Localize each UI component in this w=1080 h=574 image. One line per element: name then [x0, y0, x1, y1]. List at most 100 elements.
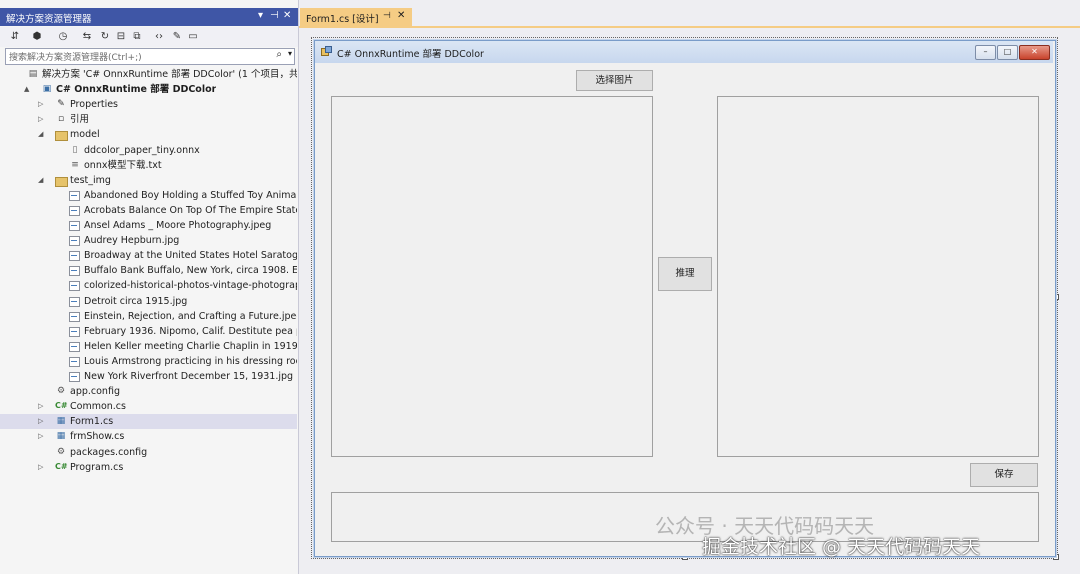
- tree-item[interactable]: ▯ ddcolor_paper_tiny.onnx: [0, 143, 297, 158]
- csharp-file-icon: C#: [55, 461, 68, 471]
- tree-item[interactable]: ⚙ packages.config: [0, 445, 297, 460]
- app-icon: [321, 46, 332, 56]
- tree-item[interactable]: Buffalo Bank Buffalo, New York, circa 19…: [0, 263, 297, 278]
- image-file-icon: [69, 205, 80, 216]
- file-icon: ▯: [72, 144, 78, 155]
- search-input[interactable]: 搜索解决方案资源管理器(Ctrl+;) ⌕ ▾: [5, 48, 295, 65]
- image-file-icon: [69, 190, 80, 201]
- tree-item[interactable]: Helen Keller meeting Charlie Chaplin in …: [0, 339, 297, 354]
- solution-explorer-titlebar: 解决方案资源管理器 ▾ ⊣ ✕: [0, 8, 298, 26]
- expand-arrow-icon[interactable]: ▷: [38, 430, 48, 443]
- expand-arrow-icon[interactable]: ▷: [38, 461, 48, 474]
- tree-item-label: 解决方案 'C# OnnxRuntime 部署 DDColor' (1 个项目，…: [42, 69, 297, 80]
- tree-item-label: app.config: [70, 386, 120, 398]
- image-file-icon: [69, 356, 80, 367]
- config-file-icon: ⚙: [56, 386, 66, 397]
- search-icon[interactable]: ⌕: [276, 49, 282, 60]
- tree-item[interactable]: Audrey Hepburn.jpg: [0, 233, 297, 248]
- tree-item-label: C# OnnxRuntime 部署 DDColor: [56, 84, 217, 96]
- close-icon[interactable]: ✕: [397, 10, 405, 21]
- tab-form1-designer[interactable]: Form1.cs [设计] ⊣ ✕: [300, 8, 412, 26]
- tree-item[interactable]: ▷ C# Common.cs: [0, 399, 297, 414]
- image-file-icon: [69, 251, 80, 262]
- properties-wrench-icon[interactable]: ✎: [170, 30, 184, 44]
- tree-item[interactable]: colorized-historical-photos-vintage-phot…: [0, 278, 297, 293]
- tree-item-label: Audrey Hepburn.jpg: [84, 235, 180, 247]
- search-placeholder: 搜索解决方案资源管理器(Ctrl+;): [9, 53, 142, 63]
- tree-item[interactable]: Abandoned Boy Holding a Stuffed Toy Anim…: [0, 188, 297, 203]
- tab-label: Form1.cs [设计]: [306, 14, 379, 25]
- csharp-file-icon: C#: [55, 401, 68, 411]
- maximize-button[interactable]: □: [997, 45, 1018, 60]
- image-file-icon: [69, 326, 80, 337]
- tree-item-label: test_img: [70, 174, 111, 186]
- history-icon[interactable]: ◷: [56, 30, 70, 44]
- sync-icon[interactable]: ⇵: [8, 30, 22, 44]
- tree-item[interactable]: ▷ ▦ Form1.cs: [0, 414, 297, 430]
- solution-explorer-panel: 解决方案资源管理器 ▾ ⊣ ✕ ⇵ ⬢ ◷ ⇆ ↻ ⊟ ⧉ ‹› ✎ ▭ 搜索解…: [0, 0, 299, 574]
- folder-icon: [55, 176, 68, 187]
- collapse-arrow-icon[interactable]: ◢: [38, 128, 48, 141]
- panel-dropdown-icon[interactable]: ▾: [258, 10, 263, 21]
- form-title: C# OnnxRuntime 部署 DDColor: [337, 49, 484, 60]
- tree-item-label: Form1.cs: [70, 416, 114, 428]
- tree-item[interactable]: Einstein, Rejection, and Crafting a Futu…: [0, 309, 297, 324]
- expand-arrow-icon[interactable]: ▷: [38, 400, 48, 413]
- tree-item-label: Properties: [70, 99, 119, 111]
- close-icon[interactable]: ✕: [283, 10, 291, 21]
- tree-item[interactable]: New York Riverfront December 15, 1931.jp…: [0, 369, 297, 384]
- tree-item[interactable]: ⚙ app.config: [0, 384, 297, 399]
- close-button[interactable]: ✕: [1019, 45, 1050, 60]
- tree-item[interactable]: Acrobats Balance On Top Of The Empire St…: [0, 203, 297, 218]
- expand-arrow-icon[interactable]: ▷: [38, 415, 48, 428]
- infer-button[interactable]: 推理: [658, 257, 712, 291]
- tree-item[interactable]: Louis Armstrong practicing in his dressi…: [0, 354, 297, 369]
- tree-item-label: onnx模型下载.txt: [84, 159, 162, 171]
- tree-item[interactable]: ▷ ▦ frmShow.cs: [0, 429, 297, 444]
- switch-view-icon[interactable]: ⇆: [80, 30, 94, 44]
- minimize-button[interactable]: –: [975, 45, 996, 60]
- show-all-files-icon[interactable]: ⧉: [130, 30, 144, 44]
- references-icon: ▫: [57, 114, 65, 125]
- tree-item-label: New York Riverfront December 15, 1931.jp…: [84, 371, 294, 382]
- image-file-icon: [69, 281, 80, 292]
- image-file-icon: [69, 221, 80, 231]
- tree-item[interactable]: ◢ test_img: [0, 173, 297, 188]
- solution-explorer-title: 解决方案资源管理器: [6, 14, 92, 25]
- collapse-arrow-icon[interactable]: ▲: [24, 83, 34, 96]
- tree-item[interactable]: ▤ 解决方案 'C# OnnxRuntime 部署 DDColor' (1 个项目…: [0, 67, 297, 82]
- tree-item[interactable]: Broadway at the United States Hotel Sara…: [0, 248, 297, 263]
- form-file-icon: ▦: [56, 416, 66, 427]
- tree-item[interactable]: ▲ ▣ C# OnnxRuntime 部署 DDColor: [0, 82, 297, 97]
- collapse-all-icon[interactable]: ⊟: [114, 30, 128, 44]
- solution-explorer-toolbar: ⇵ ⬢ ◷ ⇆ ↻ ⊟ ⧉ ‹› ✎ ▭: [0, 27, 298, 47]
- tree-item[interactable]: Detroit circa 1915.jpg: [0, 294, 297, 309]
- project-icon: ▣: [42, 84, 52, 95]
- form-file-icon: ▦: [56, 431, 66, 442]
- tree-item[interactable]: February 1936. Nipomo, Calif. Destitute …: [0, 324, 297, 339]
- tree-item[interactable]: ▷ C# Program.cs: [0, 460, 297, 475]
- tree-item[interactable]: ◢ model: [0, 127, 297, 142]
- refresh-icon[interactable]: ↻: [98, 30, 112, 44]
- chevron-down-icon[interactable]: ▾: [288, 49, 292, 58]
- tree-item-label: Helen Keller meeting Charlie Chaplin in …: [84, 340, 297, 352]
- tree-item[interactable]: ▷ ▫ 引用: [0, 112, 297, 127]
- tree-item-label: frmShow.cs: [70, 431, 125, 443]
- pin-icon[interactable]: ⊣: [270, 10, 279, 21]
- select-image-button[interactable]: 选择图片: [576, 70, 653, 91]
- collapse-arrow-icon[interactable]: ◢: [38, 174, 48, 187]
- expand-arrow-icon[interactable]: ▷: [38, 113, 48, 126]
- expand-arrow-icon[interactable]: ▷: [38, 98, 48, 111]
- image-file-icon: [69, 296, 80, 307]
- tree-item-label: model: [70, 129, 100, 141]
- tree-item-label: Einstein, Rejection, and Crafting a Futu…: [84, 310, 297, 322]
- tree-item[interactable]: ≡ onnx模型下载.txt: [0, 158, 297, 173]
- save-button[interactable]: 保存: [970, 463, 1038, 487]
- tree-item[interactable]: ▷ ✎ Properties: [0, 97, 297, 112]
- image-file-icon: [69, 341, 80, 352]
- tree-item[interactable]: Ansel Adams _ Moore Photography.jpeg: [0, 218, 297, 233]
- home-icon[interactable]: ⬢: [30, 30, 44, 44]
- pin-icon[interactable]: ⊣: [383, 11, 391, 21]
- view-code-icon[interactable]: ‹›: [152, 30, 166, 44]
- preview-icon[interactable]: ▭: [186, 30, 200, 44]
